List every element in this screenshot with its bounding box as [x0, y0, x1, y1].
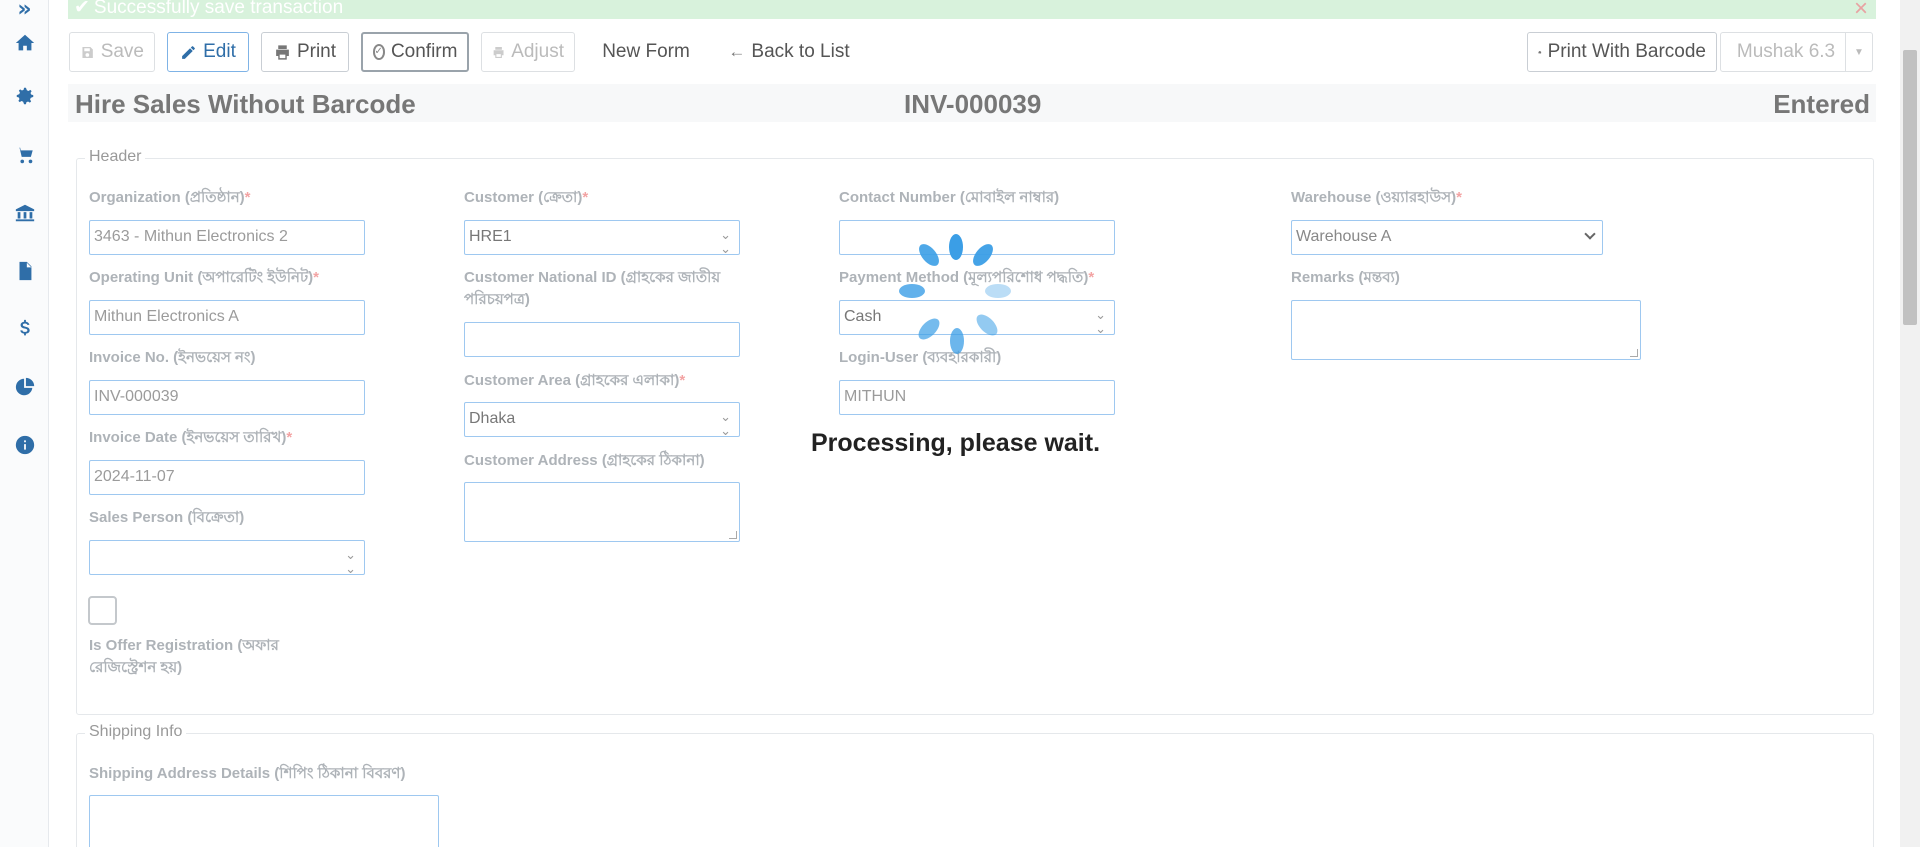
shipping-address-label: Shipping Address Details (শিপিং ঠিকানা ব… [89, 765, 406, 782]
sidebar-toggle[interactable]: » [0, 0, 49, 24]
gear-icon [16, 87, 33, 105]
pie-chart-icon [15, 377, 34, 396]
main-content: ✔ Successfully save transaction × Save Ed… [68, 0, 1876, 847]
is-offer-label: Is Offer Registration (অফার রেজিস্ট্রেশন… [89, 637, 279, 676]
pencil-icon [182, 45, 195, 59]
sales-person-select[interactable]: ⌄ ⌄ [89, 540, 365, 575]
mushak-dropdown-toggle[interactable]: ▼ [1845, 32, 1873, 72]
sidebar-item-sales[interactable] [0, 140, 49, 170]
double-chevron-down-icon: ⌄ ⌄ [720, 227, 731, 255]
arrow-left-icon: ← [728, 42, 746, 61]
status-label: Entered [1773, 89, 1870, 119]
shipping-address-textarea[interactable] [89, 795, 439, 847]
save-button[interactable]: Save [69, 32, 155, 72]
sidebar-item-settings[interactable] [0, 81, 49, 111]
alert-close-icon[interactable]: × [1854, 0, 1868, 19]
resize-handle[interactable] [729, 531, 737, 539]
alert-message: Successfully save transaction [93, 0, 344, 18]
bank-icon [15, 204, 34, 222]
invoice-no-label: Invoice No. (ইনভয়েস নং) [89, 349, 256, 366]
dollar-icon [19, 319, 30, 336]
back-to-list-button[interactable]: ← Back to List [714, 32, 864, 72]
print-with-barcode-button[interactable]: Print With Barcode [1527, 32, 1717, 72]
double-chevron-down-icon: ⌄ ⌄ [720, 409, 731, 437]
home-icon [15, 34, 34, 51]
chevron-down-icon [1584, 228, 1596, 240]
contact-number-label: Contact Number (মোবাইল নাম্বার) [839, 189, 1060, 206]
sales-person-label: Sales Person (বিক্রেতা) [89, 509, 245, 526]
customer-address-label: Customer Address (গ্রাহকের ঠিকানা) [464, 452, 705, 469]
resize-handle[interactable] [1630, 349, 1638, 357]
sidebar-item-finance[interactable] [0, 314, 49, 344]
adjust-button[interactable]: Adjust [481, 32, 575, 72]
success-alert: ✔ Successfully save transaction × [68, 0, 1876, 19]
sidebar-item-bank[interactable] [0, 198, 49, 228]
check-icon: ✔ [74, 0, 90, 18]
shipping-legend: Shipping Info [85, 723, 187, 741]
organization-label: Organization (প্রতিষ্ঠান)* [89, 189, 251, 206]
mushak-button[interactable]: Mushak 6.3 [1720, 32, 1846, 72]
customer-nid-label: Customer National ID (গ্রাহকের জাতীয় পর… [464, 269, 721, 308]
invoice-number-title: INV-000039 [904, 89, 1042, 119]
double-chevron-down-icon: ⌄ ⌄ [1095, 307, 1106, 335]
login-user-field[interactable]: MITHUN [839, 380, 1115, 415]
header-legend: Header [85, 148, 146, 166]
edit-button[interactable]: Edit [167, 32, 249, 72]
customer-nid-field[interactable] [464, 322, 740, 357]
printer-icon [493, 46, 504, 58]
invoice-no-field[interactable]: INV-000039 [89, 380, 365, 415]
warehouse-label: Warehouse (ওয়্যারহাউস)* [1291, 189, 1462, 206]
customer-label: Customer (ক্রেতা)* [464, 189, 589, 206]
operating-unit-field[interactable]: Mithun Electronics A [89, 300, 365, 335]
remarks-textarea[interactable] [1291, 300, 1641, 360]
customer-area-label: Customer Area (গ্রাহকের এলাকা)* [464, 372, 686, 389]
printer-icon [276, 44, 289, 60]
confirm-button[interactable]: ✓ Confirm [361, 32, 469, 72]
caret-down-icon: ▼ [1854, 46, 1864, 58]
invoice-date-field[interactable]: 2024-11-07 [89, 460, 365, 495]
info-icon [15, 435, 34, 455]
printer-icon [1538, 50, 1542, 54]
warehouse-select[interactable]: Warehouse A [1291, 220, 1603, 255]
sidebar-item-info[interactable] [0, 430, 49, 460]
print-button[interactable]: Print [261, 32, 349, 72]
cart-icon [16, 147, 33, 164]
loading-spinner-icon [880, 234, 1020, 364]
scrollbar-thumb[interactable] [1903, 50, 1917, 325]
remarks-label: Remarks (মন্তব্য) [1291, 269, 1400, 286]
sidebar-item-documents[interactable] [0, 256, 49, 286]
sidebar-item-reports[interactable] [0, 372, 49, 402]
floppy-icon [82, 46, 93, 58]
operating-unit-label: Operating Unit (অপারেটিং ইউনিট)* [89, 269, 319, 286]
toolbar: Save Edit Print ✓ Confirm Adjust New For… [68, 32, 1876, 72]
customer-area-select[interactable]: Dhaka ⌄ ⌄ [464, 402, 740, 437]
document-icon [19, 261, 31, 281]
organization-field[interactable]: 3463 - Mithun Electronics 2 [89, 220, 365, 255]
double-chevron-down-icon: ⌄ ⌄ [345, 547, 356, 575]
invoice-date-label: Invoice Date (ইনভয়েস তারিখ)* [89, 429, 293, 446]
customer-address-textarea[interactable] [464, 482, 740, 542]
customer-select[interactable]: HRE1 ⌄ ⌄ [464, 220, 740, 255]
sidebar-item-home[interactable] [0, 28, 49, 58]
is-offer-checkbox[interactable] [88, 596, 117, 625]
form-title-bar: Hire Sales Without Barcode INV-000039 En… [68, 84, 1876, 122]
new-form-button[interactable]: New Form [588, 32, 698, 72]
check-circle-icon: ✓ [372, 44, 385, 60]
form-title: Hire Sales Without Barcode [75, 89, 416, 119]
sidebar: » [0, 0, 49, 847]
vertical-scrollbar[interactable] [1900, 0, 1920, 847]
loading-message: Processing, please wait. [811, 429, 1101, 457]
